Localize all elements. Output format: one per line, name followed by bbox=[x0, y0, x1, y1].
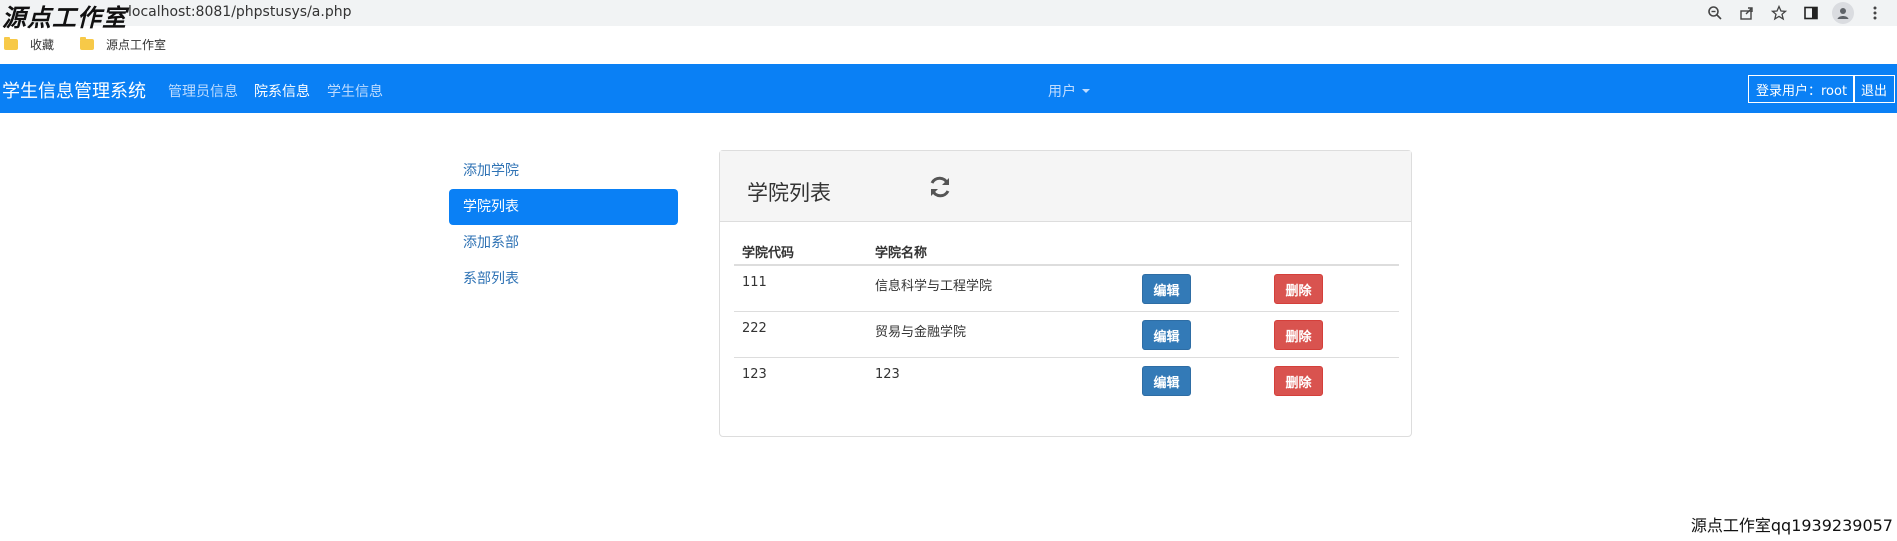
sidebar-item-add-department[interactable]: 添加系部 bbox=[449, 225, 678, 261]
column-header-name: 学院名称 bbox=[875, 246, 928, 261]
watermark-bottom-right: 源点工作室qq1939239057 bbox=[1690, 516, 1893, 535]
star-icon[interactable] bbox=[1763, 2, 1795, 24]
delete-button[interactable]: 删除 bbox=[1274, 366, 1323, 396]
zoom-icon[interactable] bbox=[1699, 2, 1731, 24]
college-table: 学院代码 学院名称 111 信息科学与工程学院 编辑 删除 222 贸易与金融学… bbox=[734, 235, 1399, 404]
table-row: 222 贸易与金融学院 编辑 删除 bbox=[734, 312, 1399, 358]
college-name: 123 bbox=[875, 367, 900, 382]
column-header-code: 学院代码 bbox=[742, 246, 795, 261]
bookmark-item[interactable]: 源点工作室 bbox=[80, 36, 166, 53]
sidebar-item-college-list[interactable]: 学院列表 bbox=[449, 189, 678, 225]
delete-button[interactable]: 删除 bbox=[1274, 274, 1323, 304]
app-navbar: 学生信息管理系统 管理员信息 院系信息 学生信息 用户 登录用户：root 退出 bbox=[0, 64, 1897, 113]
college-name: 贸易与金融学院 bbox=[875, 325, 967, 340]
refresh-icon[interactable] bbox=[927, 174, 953, 200]
college-code: 123 bbox=[742, 367, 767, 382]
sidebar-menu: 添加学院 学院列表 添加系部 系部列表 bbox=[449, 153, 678, 297]
panel-header: 学院列表 bbox=[720, 151, 1411, 222]
college-code: 222 bbox=[742, 321, 767, 336]
table-row: 111 信息科学与工程学院 编辑 删除 bbox=[734, 266, 1399, 312]
share-icon[interactable] bbox=[1731, 2, 1763, 24]
delete-button[interactable]: 删除 bbox=[1274, 320, 1323, 350]
folder-icon bbox=[80, 36, 95, 50]
bookmark-label: 源点工作室 bbox=[106, 37, 167, 52]
bookmark-label: 收藏 bbox=[30, 37, 55, 52]
nav-admin-info[interactable]: 管理员信息 bbox=[168, 81, 238, 101]
edit-button[interactable]: 编辑 bbox=[1142, 320, 1191, 350]
edit-button[interactable]: 编辑 bbox=[1142, 366, 1191, 396]
browser-toolbar-icons bbox=[1699, 2, 1891, 24]
folder-icon bbox=[4, 36, 18, 50]
browser-address-bar: localhost:8081/phpstusys/a.php bbox=[0, 0, 1897, 26]
login-user-button[interactable]: 登录用户：root bbox=[1748, 75, 1856, 103]
bookmarks-bar: 收藏 源点工作室 bbox=[0, 30, 182, 58]
college-name: 信息科学与工程学院 bbox=[875, 279, 993, 294]
app-brand[interactable]: 学生信息管理系统 bbox=[2, 77, 146, 103]
table-header: 学院代码 学院名称 bbox=[734, 235, 1399, 266]
table-row: 123 123 编辑 删除 bbox=[734, 358, 1399, 404]
user-dropdown[interactable]: 用户 bbox=[1048, 81, 1090, 101]
user-dropdown-label: 用户 bbox=[1048, 84, 1076, 100]
logout-button[interactable]: 退出 bbox=[1853, 75, 1896, 103]
more-menu-icon[interactable] bbox=[1859, 2, 1891, 24]
caret-down-icon bbox=[1082, 89, 1090, 93]
sidebar-item-add-college[interactable]: 添加学院 bbox=[449, 153, 678, 189]
nav-student-info[interactable]: 学生信息 bbox=[327, 81, 383, 101]
college-list-panel: 学院列表 学院代码 学院名称 111 信息科学与工程学院 编辑 删除 222 贸… bbox=[719, 150, 1412, 437]
profile-avatar-icon[interactable] bbox=[1827, 2, 1859, 24]
sidepanel-icon[interactable] bbox=[1795, 2, 1827, 24]
nav-college-info[interactable]: 院系信息 bbox=[254, 81, 310, 101]
sidebar-item-department-list[interactable]: 系部列表 bbox=[449, 261, 678, 297]
edit-button[interactable]: 编辑 bbox=[1142, 274, 1191, 304]
url-text[interactable]: localhost:8081/phpstusys/a.php bbox=[128, 4, 351, 20]
watermark-top-left: 源点工作室 bbox=[2, 3, 127, 32]
college-code: 111 bbox=[742, 275, 767, 290]
panel-title: 学院列表 bbox=[747, 181, 831, 205]
bookmark-item[interactable]: 收藏 bbox=[4, 36, 54, 53]
